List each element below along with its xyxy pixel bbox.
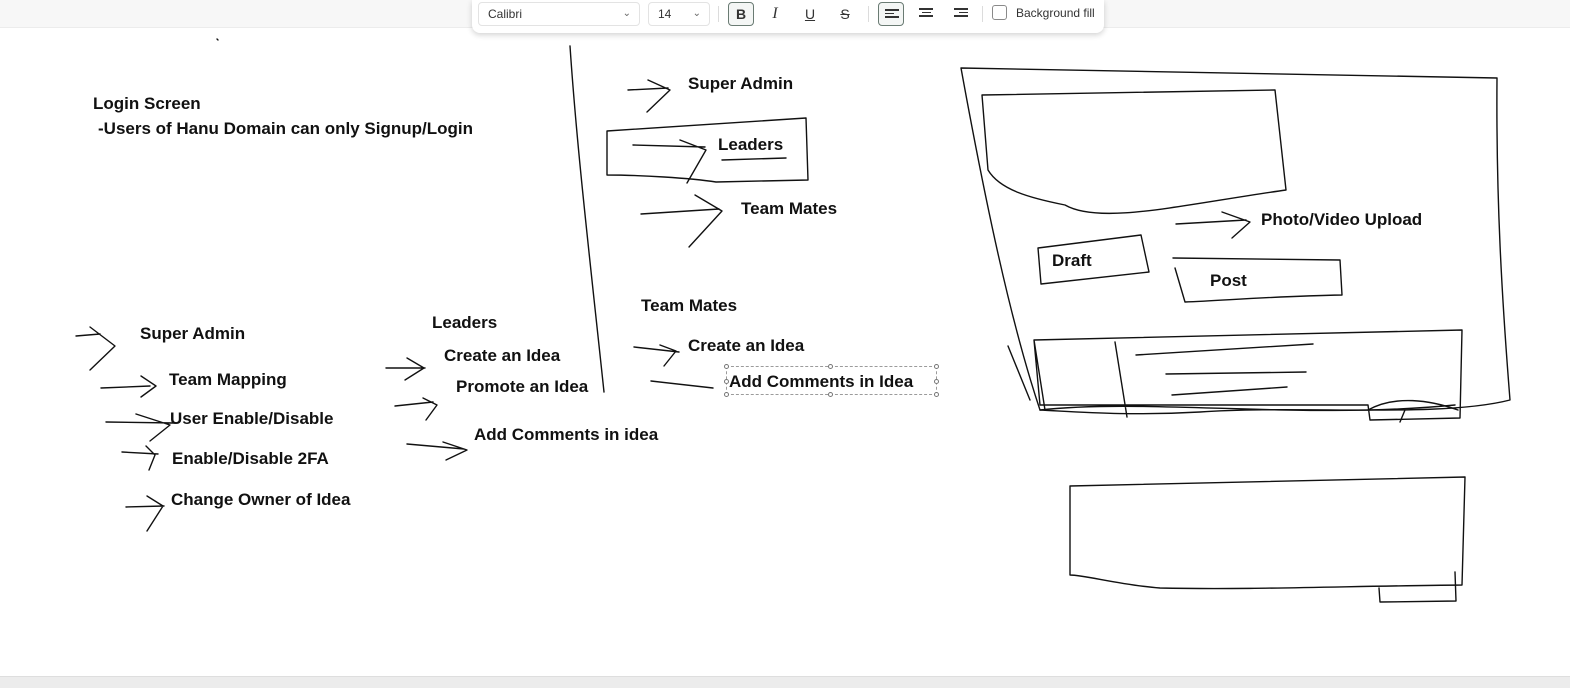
mockup-post-label[interactable]: Post <box>1210 271 1247 291</box>
arrow-team-mapping <box>100 375 157 398</box>
mockup-draft-label[interactable]: Draft <box>1052 251 1092 271</box>
toolbar-divider <box>868 6 869 22</box>
align-center-button[interactable] <box>913 2 939 26</box>
login-screen-title[interactable]: Login Screen <box>93 94 201 114</box>
arrow-promote-idea <box>394 397 438 421</box>
font-family-select[interactable]: Calibri ⌄ <box>478 2 640 26</box>
team-mates-item-comments[interactable]: Add Comments in Idea <box>729 372 913 392</box>
text-format-toolbar: Calibri ⌄ 14 ⌄ B I U S Background fill <box>472 0 1104 33</box>
font-size-select[interactable]: 14 ⌄ <box>648 2 710 26</box>
resize-handle-bottom-left[interactable] <box>724 392 729 397</box>
arrow-role-super-admin <box>627 79 671 113</box>
mockup-frame <box>960 67 1511 415</box>
background-fill-checkbox[interactable] <box>992 5 1007 20</box>
super-admin-item-2fa[interactable]: Enable/Disable 2FA <box>172 449 329 469</box>
underline-button[interactable]: U <box>797 2 823 26</box>
resize-handle-bottom[interactable] <box>828 392 833 397</box>
chevron-down-icon: ⌄ <box>622 8 631 19</box>
chevron-down-icon: ⌄ <box>692 8 701 19</box>
font-family-value: Calibri <box>488 7 523 21</box>
mockup-header <box>981 89 1287 215</box>
whiteboard-canvas[interactable]: Login Screen -Users of Hanu Domain can o… <box>0 0 1570 676</box>
resize-handle-bottom-right[interactable] <box>934 392 939 397</box>
toolbar-divider <box>718 6 719 22</box>
bold-button[interactable]: B <box>728 2 754 26</box>
role-super-admin[interactable]: Super Admin <box>688 74 793 94</box>
resize-handle-right[interactable] <box>934 379 939 384</box>
arrow-2fa <box>121 445 159 471</box>
super-admin-item-user-enable[interactable]: User Enable/Disable <box>170 409 333 429</box>
arrow-add-comments <box>406 441 468 461</box>
arrow-super-admin <box>75 326 116 371</box>
align-center-icon <box>919 8 933 20</box>
team-mates-item-create[interactable]: Create an Idea <box>688 336 804 356</box>
leaders-item-create[interactable]: Create an Idea <box>444 346 560 366</box>
background-fill-label[interactable]: Background fill <box>1016 6 1095 20</box>
leaders-item-comments[interactable]: Add Comments in idea <box>474 425 658 445</box>
mockup-grid <box>1007 329 1463 421</box>
resize-handle-top-left[interactable] <box>724 364 729 369</box>
resize-handle-top[interactable] <box>828 364 833 369</box>
super-admin-item-team-mapping[interactable]: Team Mapping <box>169 370 287 390</box>
team-mates-heading[interactable]: Team Mates <box>641 296 737 316</box>
super-admin-item-change-owner[interactable]: Change Owner of Idea <box>171 490 350 510</box>
post-box <box>1172 257 1343 303</box>
divider-line <box>569 45 605 393</box>
grid-line-3 <box>1171 386 1288 396</box>
arrow-tm-comments <box>650 380 714 389</box>
mockup-photo-video-upload[interactable]: Photo/Video Upload <box>1261 210 1422 230</box>
role-leaders[interactable]: Leaders <box>718 135 783 155</box>
login-note[interactable]: -Users of Hanu Domain can only Signup/Lo… <box>98 119 473 139</box>
stray-dot <box>216 38 219 41</box>
align-left-icon <box>885 9 899 21</box>
align-right-button[interactable] <box>948 2 974 26</box>
arrow-create-idea <box>385 357 426 381</box>
toolbar-divider <box>982 6 983 22</box>
mockup-footer-box <box>1069 476 1466 590</box>
resize-handle-top-right[interactable] <box>934 364 939 369</box>
mockup-footer-tab <box>1378 571 1457 603</box>
arrow-photo-upload <box>1175 211 1251 239</box>
arrow-change-owner <box>125 495 165 532</box>
grid-line-1 <box>1135 343 1314 356</box>
leaders-heading[interactable]: Leaders <box>432 313 497 333</box>
leaders-item-promote[interactable]: Promote an Idea <box>456 377 588 397</box>
arrow-role-team-mates <box>640 194 723 248</box>
bottom-scrollbar[interactable] <box>0 676 1570 688</box>
leaders-underline <box>721 157 787 161</box>
italic-button[interactable]: I <box>762 2 788 26</box>
align-right-icon <box>954 8 968 20</box>
role-team-mates[interactable]: Team Mates <box>741 199 837 219</box>
align-left-button[interactable] <box>878 2 904 26</box>
arrow-user-enable <box>105 413 176 442</box>
super-admin-heading[interactable]: Super Admin <box>140 324 245 344</box>
strikethrough-button[interactable]: S <box>832 2 858 26</box>
arrow-tm-create <box>633 344 680 367</box>
grid-line-2 <box>1165 371 1307 375</box>
font-size-value: 14 <box>658 7 672 21</box>
